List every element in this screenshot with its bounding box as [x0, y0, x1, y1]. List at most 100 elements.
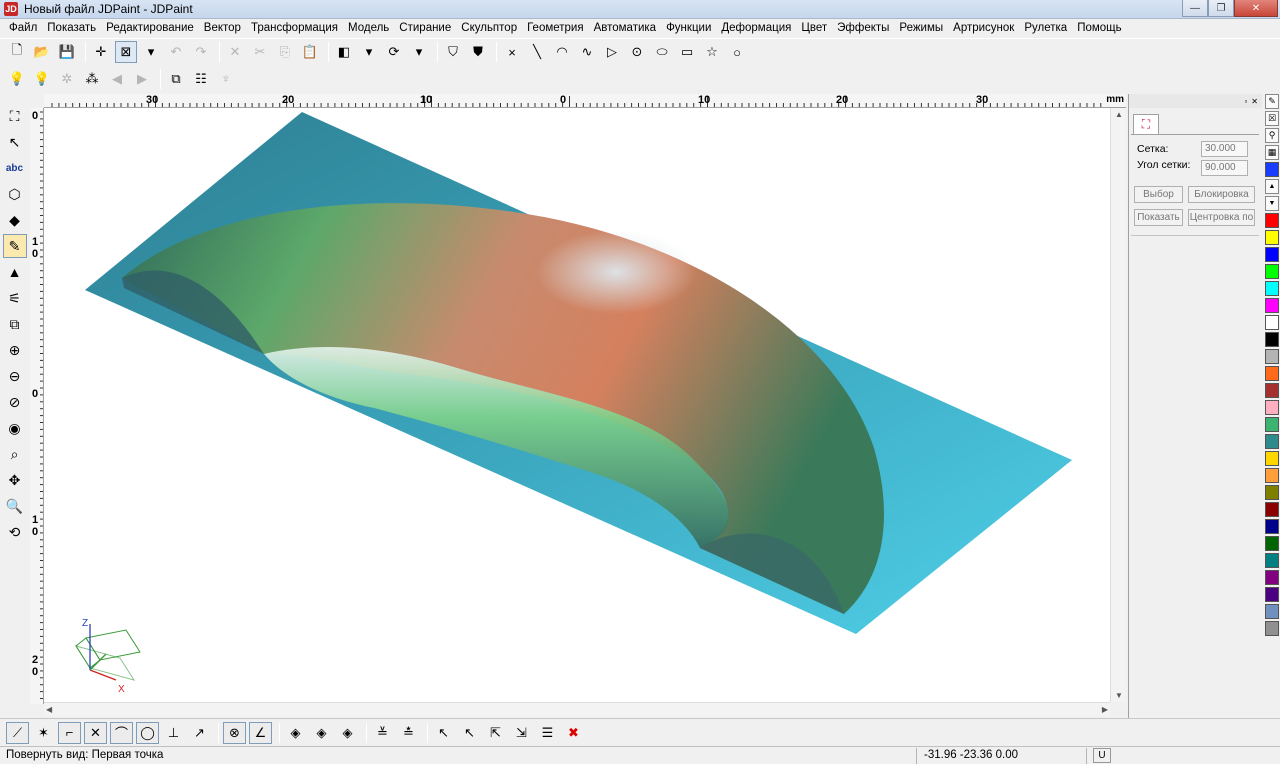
crosshair-button[interactable]: ✛ [90, 41, 112, 63]
menu-item-14[interactable]: Режимы [894, 19, 948, 38]
magnifier-button[interactable]: 🔍 [3, 494, 27, 518]
move-left-button[interactable]: ◀ [106, 68, 128, 90]
lock-button[interactable]: Блокировка [1188, 186, 1255, 203]
corner-button[interactable]: ⌐ [58, 721, 81, 744]
zoom-disabled-button[interactable]: ⊘ [3, 390, 27, 414]
zoom-out-button[interactable]: ⊖ [3, 364, 27, 388]
tab-grid-settings[interactable]: ⛶ [1133, 114, 1159, 134]
menu-item-15[interactable]: Артрисунок [948, 19, 1019, 38]
snap-node-button[interactable]: ✶ [32, 722, 55, 744]
show-button[interactable]: Показать [1134, 209, 1183, 226]
palette-scroll-up-icon[interactable]: ▲ [1265, 179, 1279, 194]
current-color-swatch[interactable] [1265, 162, 1279, 177]
measure-button[interactable]: ⚟ [3, 286, 27, 310]
undo-button[interactable]: ↶ [165, 41, 187, 63]
color-swatch[interactable] [1265, 366, 1279, 381]
color-swatch[interactable] [1265, 247, 1279, 262]
menu-item-10[interactable]: Функции [661, 19, 716, 38]
new-file-button[interactable]: 🗋 [6, 41, 28, 63]
horizontal-scrollbar[interactable]: ◀ ▶ [44, 702, 1110, 716]
color-swatch[interactable] [1265, 519, 1279, 534]
refresh-button[interactable]: ⟳ [383, 41, 405, 63]
view-eye-button[interactable]: ◉ [3, 416, 27, 440]
curve-button[interactable]: ∿ [576, 41, 598, 63]
list-edit-button[interactable]: ☰ [536, 722, 559, 744]
circle-dot-button[interactable]: ⊙ [626, 41, 648, 63]
vertical-scrollbar[interactable]: ▲ ▼ [1110, 108, 1126, 702]
select-button[interactable]: Выбор [1134, 186, 1183, 203]
node-select-button[interactable]: ⛶ [3, 104, 27, 128]
dropdown-arrow-button[interactable]: ▾ [408, 41, 430, 63]
zoom-window-button[interactable]: ⧉ [3, 312, 27, 336]
color-swatch[interactable] [1265, 315, 1279, 330]
color-swatch[interactable] [1265, 536, 1279, 551]
3d-viewport[interactable]: Z X [44, 108, 1110, 702]
color-swatch[interactable] [1265, 468, 1279, 483]
grid-lines-button[interactable]: ☷ [190, 68, 212, 90]
circle-snap-button[interactable]: ◯ [136, 721, 159, 744]
dropdown-arrow-button[interactable]: ▾ [140, 41, 162, 63]
copy-button[interactable]: ⎘ [274, 41, 296, 63]
color-swatch[interactable] [1265, 553, 1279, 568]
grid-field[interactable]: 30.000 [1201, 141, 1248, 157]
vector-edit-button[interactable]: ↖ [3, 130, 27, 154]
color-swatch[interactable] [1265, 298, 1279, 313]
color-swatch[interactable] [1265, 264, 1279, 279]
close-button[interactable]: ✕ [1234, 0, 1278, 17]
tree-button[interactable]: ♆ [215, 68, 237, 90]
menu-item-8[interactable]: Геометрия [522, 19, 588, 38]
color-swatch[interactable] [1265, 621, 1279, 636]
eyedropper-button[interactable]: ⚲ [1265, 128, 1279, 143]
transform-2-button[interactable]: ⇲ [510, 722, 533, 744]
offset-shape-button[interactable]: ⬡ [3, 182, 27, 206]
menu-item-6[interactable]: Стирание [394, 19, 456, 38]
scroll-left-icon[interactable]: ◀ [46, 705, 52, 714]
menu-item-13[interactable]: Эффекты [832, 19, 894, 38]
center-snap-button[interactable]: ⊗ [223, 721, 246, 744]
line-button[interactable]: ╲ [526, 41, 548, 63]
light-yellow-button[interactable]: 💡 [31, 68, 53, 90]
grid-angle-field[interactable]: 90.000 [1201, 160, 1248, 176]
menu-item-2[interactable]: Редактирование [101, 19, 199, 38]
color-swatch[interactable] [1265, 451, 1279, 466]
save-button[interactable]: 💾 [56, 41, 78, 63]
cut-button[interactable]: ✂ [249, 41, 271, 63]
select-box-button[interactable]: ⊠ [115, 41, 137, 63]
pointer-cross-button[interactable]: ↖ [432, 722, 455, 744]
paste-button[interactable]: 📋 [299, 41, 321, 63]
draw-line-button[interactable]: ⟋ [6, 721, 29, 744]
extend-button[interactable]: ↗ [188, 722, 211, 744]
dropdown-arrow-button[interactable]: ▾ [358, 41, 380, 63]
menu-item-3[interactable]: Вектор [199, 19, 246, 38]
maximize-button[interactable]: ❐ [1208, 0, 1234, 17]
relief-button[interactable]: ▲ [3, 260, 27, 284]
diamond-grid-3-button[interactable]: ◈ [336, 722, 359, 744]
unit-toggle[interactable]: U [1093, 748, 1111, 763]
tangent-arc-button[interactable]: ⌒ [110, 721, 133, 744]
pointer-remove-button[interactable]: ↖ [458, 722, 481, 744]
color-swatch[interactable] [1265, 383, 1279, 398]
cancel-button[interactable]: ✖ [562, 722, 585, 744]
color-swatch[interactable] [1265, 604, 1279, 619]
diamond-grid-2-button[interactable]: ◈ [310, 722, 333, 744]
menu-item-11[interactable]: Деформация [716, 19, 796, 38]
fill-color-button[interactable]: ◆ [3, 208, 27, 232]
color-swatch[interactable] [1265, 417, 1279, 432]
color-swatch[interactable] [1265, 434, 1279, 449]
arc-button[interactable]: ◠ [551, 41, 573, 63]
layer-button[interactable]: ◧ [333, 41, 355, 63]
panel-restore-icon[interactable]: ▫ [1244, 97, 1247, 106]
pan-button[interactable]: ✥ [3, 468, 27, 492]
rotate-view-button[interactable]: ⟲ [3, 520, 27, 544]
menu-item-4[interactable]: Трансформация [246, 19, 343, 38]
intersect-button[interactable]: ✕ [84, 721, 107, 744]
no-color-button[interactable]: ☒ [1265, 111, 1279, 126]
shield-filled-button[interactable]: ⛊ [467, 41, 489, 63]
color-swatch[interactable] [1265, 570, 1279, 585]
angle-snap-button[interactable]: ∠ [249, 721, 272, 744]
color-swatch[interactable] [1265, 485, 1279, 500]
menu-item-12[interactable]: Цвет [796, 19, 832, 38]
layer-edit-button[interactable]: ≛ [397, 722, 420, 744]
menu-item-7[interactable]: Скульптор [456, 19, 522, 38]
perpendicular-button[interactable]: ⊥ [162, 722, 185, 744]
